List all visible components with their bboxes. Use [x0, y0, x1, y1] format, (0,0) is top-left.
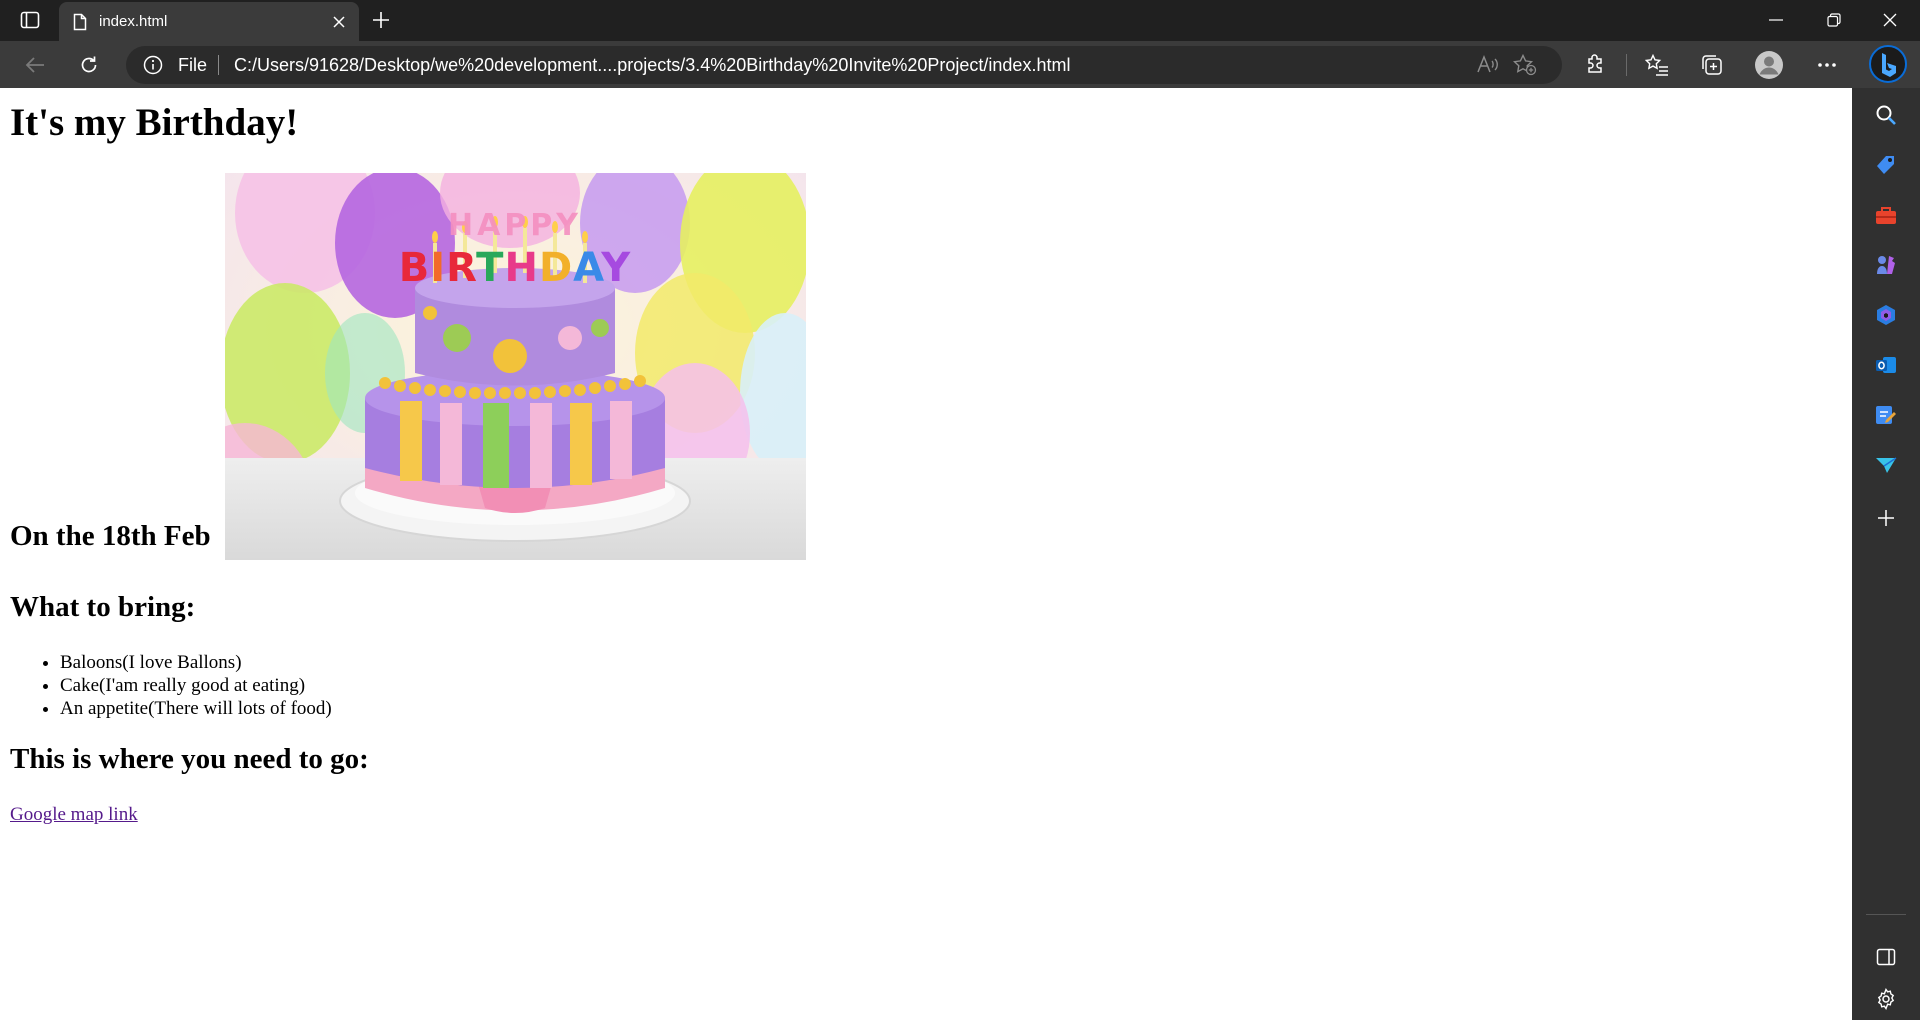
game-pieces-icon [1877, 256, 1895, 274]
minimize-icon [1769, 19, 1783, 21]
sidebar-outlook-button[interactable] [1870, 349, 1902, 381]
favorites-icon [1645, 54, 1668, 76]
tab-index-html[interactable]: index.html [59, 2, 359, 41]
bing-copilot-button[interactable] [1868, 44, 1908, 84]
star-add-icon [1513, 54, 1537, 76]
shopping-tag-icon [1877, 156, 1894, 174]
page-content: It's my Birthday! On the 18th Feb HAPPY … [0, 88, 1852, 1020]
svg-text:HAPPY: HAPPY [448, 208, 582, 243]
read-aloud-button[interactable] [1473, 50, 1503, 80]
back-arrow-icon [25, 57, 44, 73]
toolbar: File C:/Users/91628/Desktop/we%20develop… [0, 41, 1920, 88]
collections-button[interactable] [1694, 47, 1730, 83]
paper-plane-icon [1876, 457, 1897, 473]
tab-actions-icon [20, 11, 40, 29]
refresh-button[interactable] [71, 47, 107, 83]
google-map-link[interactable]: Google map link [10, 803, 138, 826]
sidebar-settings-button[interactable] [1870, 983, 1902, 1015]
sidebar-microsoft365-button[interactable] [1870, 299, 1902, 331]
restore-icon [1827, 13, 1841, 27]
site-info-button[interactable] [142, 54, 164, 76]
sidebar-tools-button[interactable] [1870, 199, 1902, 231]
page-title: It's my Birthday! [10, 101, 299, 144]
profile-button[interactable] [1751, 47, 1787, 83]
close-icon [1883, 13, 1897, 27]
plus-icon [1878, 510, 1894, 526]
back-button[interactable] [17, 47, 53, 83]
minimize-button[interactable] [1748, 0, 1804, 40]
collections-icon [1702, 55, 1722, 75]
date-heading: On the 18th Feb [10, 520, 211, 552]
hide-sidebar-button[interactable] [1870, 941, 1902, 973]
restore-button[interactable] [1806, 0, 1862, 40]
note-pen-icon [1876, 406, 1896, 424]
tab-title: index.html [99, 13, 168, 30]
avatar-icon [1755, 51, 1783, 79]
list-item: Baloons(I love Ballons) [60, 651, 332, 674]
search-icon [1876, 105, 1896, 125]
list-item: An appetite(There will lots of food) [60, 697, 332, 720]
address-divider [218, 55, 219, 75]
microsoft365-icon [1877, 305, 1895, 325]
close-icon [333, 15, 345, 28]
bing-icon [1869, 45, 1907, 83]
close-window-button[interactable] [1862, 0, 1918, 40]
puzzle-icon [1588, 54, 1602, 73]
sidebar-panel-icon [1876, 948, 1896, 966]
page-icon [73, 13, 87, 30]
edge-sidebar [1852, 88, 1920, 1020]
toolbox-icon [1876, 207, 1896, 224]
gear-icon [1877, 988, 1895, 1010]
tab-close-button[interactable] [325, 8, 353, 36]
directions-heading: This is where you need to go: [10, 743, 369, 775]
sidebar-drop-button[interactable] [1870, 399, 1902, 431]
sidebar-send-button[interactable] [1870, 449, 1902, 481]
extensions-button[interactable] [1577, 47, 1613, 83]
toolbar-divider [1626, 54, 1627, 76]
birthday-cake-image: HAPPY BIRTHDAY [225, 173, 806, 560]
list-item: Cake(I'am really good at eating) [60, 674, 332, 697]
svg-text:BIRTHDAY: BIRTHDAY [399, 245, 632, 291]
url-text[interactable]: C:/Users/91628/Desktop/we%20development.… [234, 46, 1070, 84]
more-icon [1818, 63, 1836, 67]
add-favorite-button[interactable] [1510, 50, 1540, 80]
sidebar-search-button[interactable] [1870, 99, 1902, 131]
scheme-label: File [178, 55, 208, 75]
outlook-icon [1876, 357, 1896, 373]
favorites-button[interactable] [1639, 47, 1675, 83]
sidebar-games-button[interactable] [1870, 249, 1902, 281]
info-icon [143, 55, 163, 75]
read-aloud-icon [1477, 55, 1498, 73]
bring-list: Baloons(I love Ballons) Cake(I'am really… [10, 651, 332, 720]
sidebar-add-button[interactable] [1870, 502, 1902, 534]
sidebar-shopping-button[interactable] [1870, 149, 1902, 181]
bring-heading: What to bring: [10, 591, 196, 623]
tab-actions-button[interactable] [14, 8, 46, 32]
new-tab-button[interactable] [366, 6, 396, 34]
plus-icon [373, 12, 389, 28]
title-bar: index.html [0, 0, 1920, 41]
address-bar[interactable]: File C:/Users/91628/Desktop/we%20develop… [126, 46, 1562, 84]
sidebar-divider [1866, 914, 1906, 915]
refresh-icon [81, 56, 97, 73]
settings-and-more-button[interactable] [1809, 47, 1845, 83]
